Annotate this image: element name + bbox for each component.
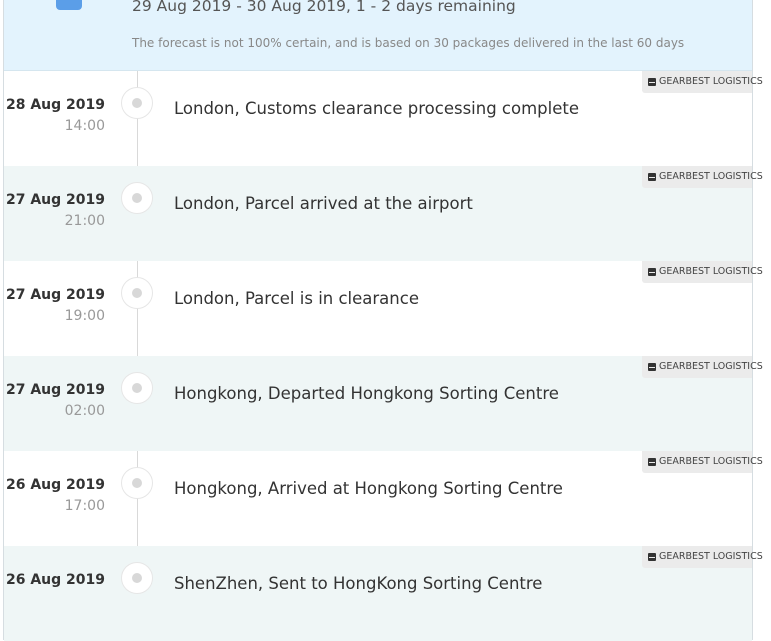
carrier-icon [648,78,656,86]
carrier-label: GEARBEST LOGISTICS [659,551,763,562]
event-time: 21:00 [64,213,105,229]
carrier-label: GEARBEST LOGISTICS [659,76,763,87]
event-date: 27 Aug 2019 [5,192,105,208]
carrier-badge[interactable]: GEARBEST LOGISTICS [642,546,763,568]
event-description: London, Parcel arrived at the airport [174,194,473,213]
carrier-label: GEARBEST LOGISTICS [659,171,763,182]
tracking-event: 27 Aug 2019 19:00 London, Parcel is in c… [4,261,763,356]
carrier-label: GEARBEST LOGISTICS [659,266,763,277]
tracking-panel: 29 Aug 2019 - 30 Aug 2019, 1 - 2 days re… [3,0,763,641]
event-description: London, Parcel is in clearance [174,289,419,308]
forecast-note: The forecast is not 100% certain, and is… [132,36,685,50]
event-description: Hongkong, Arrived at Hongkong Sorting Ce… [174,479,563,498]
timeline-dot-icon [121,277,153,309]
carrier-badge[interactable]: GEARBEST LOGISTICS [642,261,763,283]
event-date: 27 Aug 2019 [5,287,105,303]
carrier-icon [648,553,656,561]
timeline-dot-icon [121,562,153,594]
event-date: 26 Aug 2019 [5,572,105,588]
carrier-icon [648,173,656,181]
carrier-icon [648,363,656,371]
carrier-icon [648,268,656,276]
event-description: Hongkong, Departed Hongkong Sorting Cent… [174,384,559,403]
carrier-badge[interactable]: GEARBEST LOGISTICS [642,451,763,473]
calendar-icon [56,0,82,10]
tracking-event: 28 Aug 2019 14:00 London, Customs cleara… [4,71,763,166]
event-time: 19:00 [64,308,105,324]
carrier-label: GEARBEST LOGISTICS [659,361,763,372]
timeline-dot-icon [121,87,153,119]
delivery-forecast: 29 Aug 2019 - 30 Aug 2019, 1 - 2 days re… [4,0,752,71]
event-date: 26 Aug 2019 [5,477,105,493]
event-description: ShenZhen, Sent to HongKong Sorting Centr… [174,574,543,593]
event-date: 27 Aug 2019 [5,382,105,398]
forecast-range: 29 Aug 2019 - 30 Aug 2019, 1 - 2 days re… [132,0,516,15]
carrier-badge[interactable]: GEARBEST LOGISTICS [642,356,763,378]
event-time: 14:00 [64,118,105,134]
carrier-badge[interactable]: GEARBEST LOGISTICS [642,71,763,93]
timeline-dot-icon [121,182,153,214]
event-time: 17:00 [64,498,105,514]
timeline-dot-icon [121,467,153,499]
event-description: London, Customs clearance processing com… [174,99,579,118]
event-time: 02:00 [64,403,105,419]
carrier-icon [648,458,656,466]
event-date: 28 Aug 2019 [5,97,105,113]
timeline-dot-icon [121,372,153,404]
carrier-label: GEARBEST LOGISTICS [659,456,763,467]
tracking-event: 27 Aug 2019 21:00 London, Parcel arrived… [4,166,763,261]
carrier-badge[interactable]: GEARBEST LOGISTICS [642,166,763,188]
tracking-event: 27 Aug 2019 02:00 Hongkong, Departed Hon… [4,356,763,451]
tracking-event: 26 Aug 2019 ShenZhen, Sent to HongKong S… [4,546,763,641]
tracking-event: 26 Aug 2019 17:00 Hongkong, Arrived at H… [4,451,763,546]
